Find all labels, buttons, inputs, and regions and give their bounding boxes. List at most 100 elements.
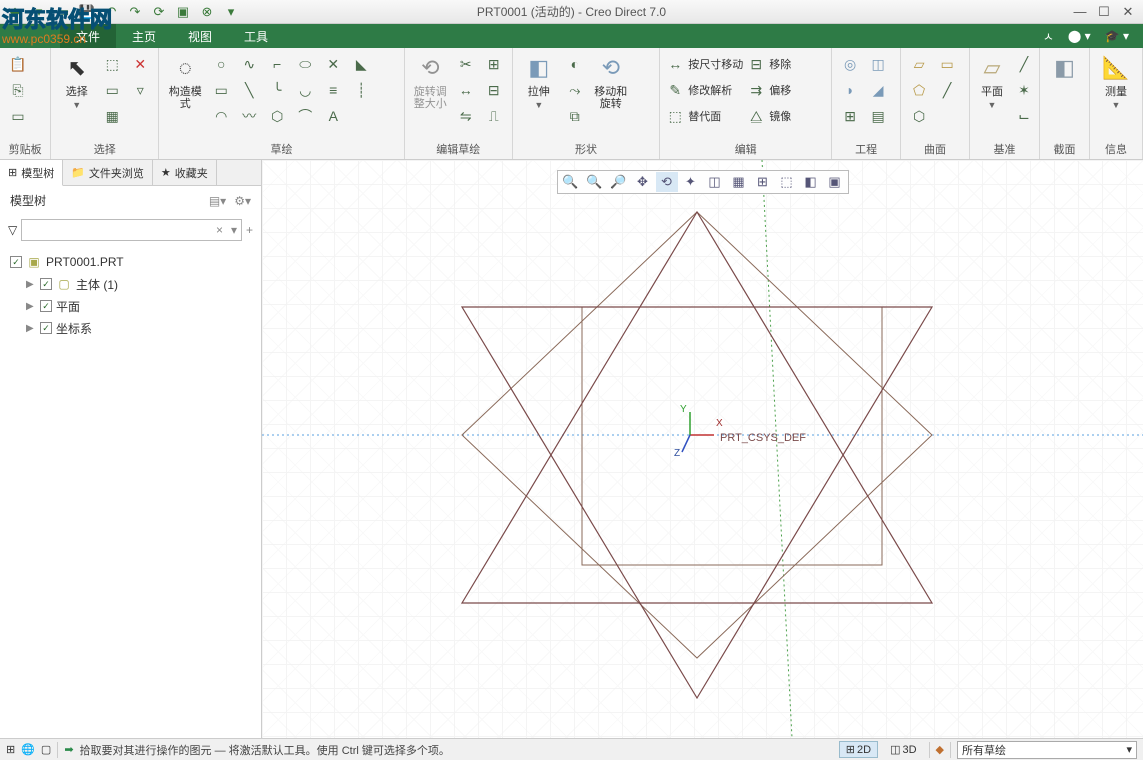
tree-body[interactable]: ▶ ✓ ▢ 主体 (1): [10, 273, 251, 295]
remove-button[interactable]: ⊟移除: [747, 52, 791, 76]
clip-icon[interactable]: ▭: [6, 104, 30, 128]
measure-button[interactable]: 📐 测量 ▼: [1096, 52, 1136, 110]
search-input[interactable]: ×▾: [21, 219, 242, 241]
mode-3d-button[interactable]: ◫3D: [884, 742, 922, 757]
tab-file[interactable]: 文件: [60, 24, 116, 48]
sweep-icon[interactable]: ⤳: [563, 78, 587, 102]
tab-favorites[interactable]: ★收藏夹: [153, 160, 217, 185]
spline-icon[interactable]: ∿: [237, 52, 261, 76]
extrude-button[interactable]: ◧ 拉伸 ▼: [519, 52, 559, 110]
settings-menu-icon[interactable]: 🎓 ▾: [1105, 29, 1129, 43]
mirror-button[interactable]: ⧋镜像: [747, 104, 791, 128]
surf1-icon[interactable]: ▱: [907, 52, 931, 76]
select-opt3-icon[interactable]: ▦: [100, 104, 124, 128]
modify-analyze-button[interactable]: ✎修改解析: [666, 78, 743, 102]
view1-icon[interactable]: ▦: [728, 172, 750, 192]
window-icon[interactable]: ▣: [172, 2, 194, 22]
open-icon[interactable]: ▭: [52, 2, 74, 22]
help-menu-icon[interactable]: ⬤ ▾: [1068, 29, 1091, 43]
tree-csys[interactable]: ▶ ✓ 坐标系: [10, 317, 251, 339]
zoom-in-icon[interactable]: 🔍: [560, 172, 582, 192]
draft-icon[interactable]: ◢: [866, 78, 890, 102]
checkbox-icon[interactable]: ✓: [10, 256, 22, 268]
surf3-icon[interactable]: ⬡: [907, 104, 931, 128]
offset-button[interactable]: ⇉偏移: [747, 78, 791, 102]
sb-globe-icon[interactable]: 🌐: [21, 743, 35, 756]
view3-icon[interactable]: ⬚: [776, 172, 798, 192]
section-button[interactable]: ◧: [1046, 52, 1083, 84]
checkbox-icon[interactable]: ✓: [40, 278, 52, 290]
centerline-icon[interactable]: ┊: [349, 78, 373, 102]
zoom-out-icon[interactable]: 🔎: [608, 172, 630, 192]
mode-2d-button[interactable]: ⊞2D: [839, 741, 878, 758]
arc2-icon[interactable]: ◡: [293, 78, 317, 102]
circle-icon[interactable]: ○: [209, 52, 233, 76]
tab-tools[interactable]: 工具: [228, 24, 284, 48]
tab-model-tree[interactable]: ⊞模型树: [0, 160, 63, 186]
maximize-button[interactable]: ☐: [1093, 2, 1115, 22]
point2-icon[interactable]: ✶: [1012, 78, 1036, 102]
dropdown-icon[interactable]: ▾: [227, 223, 241, 237]
orient-icon[interactable]: ✦: [680, 172, 702, 192]
add-icon[interactable]: +: [246, 223, 253, 237]
grid2-icon[interactable]: ⊞: [482, 52, 506, 76]
refresh-icon[interactable]: ⟳: [148, 2, 170, 22]
save-icon[interactable]: 💾: [76, 2, 98, 22]
tree-settings-icon[interactable]: ⚙▾: [234, 194, 251, 208]
select-opt1-icon[interactable]: ⬚: [100, 52, 124, 76]
tab-folder-browse[interactable]: 📁文件夹浏览: [63, 160, 153, 185]
minimize-button[interactable]: —: [1069, 2, 1091, 22]
redo-icon[interactable]: ↷: [124, 2, 146, 22]
view4-icon[interactable]: ◧: [800, 172, 822, 192]
expand-icon[interactable]: ▶: [26, 323, 36, 334]
paste-icon[interactable]: 📋: [6, 52, 30, 76]
fillet-icon[interactable]: ⌒: [293, 104, 317, 128]
new-icon[interactable]: ▾: [28, 2, 50, 22]
corner-icon[interactable]: ⌐: [265, 52, 289, 76]
arc-icon[interactable]: ◠: [209, 104, 233, 128]
pan-icon[interactable]: ✥: [632, 172, 654, 192]
rect-icon[interactable]: ▭: [209, 78, 233, 102]
copy-icon[interactable]: ⎘: [6, 78, 30, 102]
shell-icon[interactable]: ◫: [866, 52, 890, 76]
qat-more-icon[interactable]: ▾: [220, 2, 242, 22]
extend-icon[interactable]: ↔: [454, 78, 478, 102]
view2-icon[interactable]: ⊞: [752, 172, 774, 192]
proj-icon[interactable]: ⎍: [482, 104, 506, 128]
offset-icon[interactable]: ≡: [321, 78, 345, 102]
zoom-fit-icon[interactable]: 🔍: [584, 172, 606, 192]
style-icon[interactable]: ◫: [704, 172, 726, 192]
sb-icon3[interactable]: ▢: [41, 743, 51, 756]
tab-view[interactable]: 视图: [172, 24, 228, 48]
surf5-icon[interactable]: ╱: [935, 78, 959, 102]
indicator-icon[interactable]: ◆: [936, 743, 944, 756]
filter-combo[interactable]: 所有草绘 ▾: [957, 741, 1137, 759]
curve-icon[interactable]: ╰: [265, 78, 289, 102]
rotate-resize-button[interactable]: ⟲ 旋转调 整大小: [411, 52, 450, 110]
sb-icon1[interactable]: ⊞: [6, 743, 15, 756]
align-icon[interactable]: ⊟: [482, 78, 506, 102]
tree-opts-icon[interactable]: ▤▾: [209, 194, 226, 208]
blend-icon[interactable]: ⧉: [563, 104, 587, 128]
axis-icon[interactable]: ╱: [1012, 52, 1036, 76]
tree-plane[interactable]: ▶ ✓ 平面: [10, 295, 251, 317]
trim-icon[interactable]: ✂: [454, 52, 478, 76]
drawing-canvas[interactable]: PRT_CSYS_DEF X Y Z 🔍 🔍 🔎 ✥ ⟲ ✦ ◫ ▦ ⊞ ⬚ ◧…: [262, 160, 1143, 738]
surf2-icon[interactable]: ⬠: [907, 78, 931, 102]
line-icon[interactable]: ╲: [237, 78, 261, 102]
text-icon[interactable]: A: [321, 104, 345, 128]
surf4-icon[interactable]: ▭: [935, 52, 959, 76]
undo-icon[interactable]: ↶: [100, 2, 122, 22]
tree-root[interactable]: ✓ ▣ PRT0001.PRT: [10, 251, 251, 273]
rib-icon[interactable]: ▤: [866, 104, 890, 128]
move-rotate-button[interactable]: ⟲ 移动和旋转: [591, 52, 631, 110]
round-icon[interactable]: ◗: [838, 78, 862, 102]
expand-icon[interactable]: ▶: [26, 279, 36, 290]
plane-button[interactable]: ▱ 平面 ▼: [976, 52, 1008, 110]
csys-icon[interactable]: ⌙: [1012, 104, 1036, 128]
view5-icon[interactable]: ▣: [824, 172, 846, 192]
delete-icon[interactable]: ✕: [128, 52, 152, 76]
construct-mode-button[interactable]: ◌ 构造模式: [165, 52, 205, 110]
select-button[interactable]: ⬉ 选择 ▼: [57, 52, 96, 110]
spin-icon[interactable]: ⟲: [656, 172, 678, 192]
